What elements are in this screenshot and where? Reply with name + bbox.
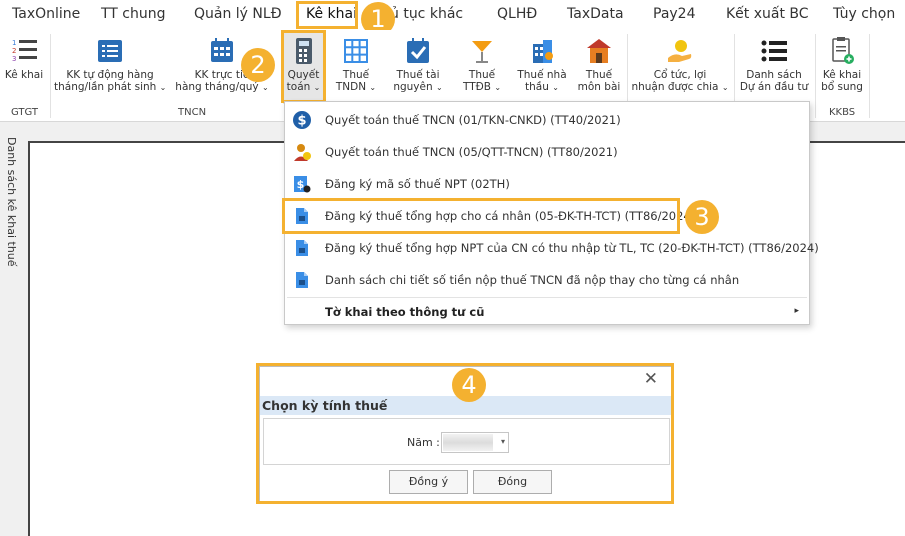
thue-tndn-button[interactable]: Thuế TNDN ⌄ (331, 30, 381, 104)
person-coin-icon (294, 144, 311, 161)
dollar-icon: $ (293, 111, 311, 129)
co-tuc-label-2: nhuận được chia (631, 81, 719, 93)
chevron-down-icon: ⌄ (552, 83, 559, 92)
svg-text:$: $ (297, 114, 306, 129)
bullet-list-icon (761, 40, 787, 62)
svg-text:3: 3 (12, 55, 16, 63)
checkbox-icon (407, 38, 429, 63)
thue-tai-nguyen-label-2: nguyên (393, 81, 433, 93)
document-icon (296, 272, 308, 288)
menu-item-label: Đăng ký mã số thuế NPT (02TH) (325, 177, 510, 191)
danh-sach-du-an-button[interactable]: Danh sách Dự án đầu tư (737, 30, 811, 104)
thue-tndn-label-2: TNDN (335, 81, 367, 93)
tab-taxdata[interactable]: TaxData (567, 6, 624, 22)
building-icon (533, 40, 553, 63)
submenu-arrow-icon: ▸ (794, 306, 799, 316)
step-badge-4: 4 (452, 368, 486, 402)
thue-ttdb-label-2: TTĐB (462, 81, 491, 93)
tab-quan-ly-nld[interactable]: Quản lý NLĐ (194, 6, 282, 22)
calendar-icon (211, 38, 233, 62)
chevron-down-icon: ⌄ (261, 83, 269, 92)
svg-text:$: $ (297, 178, 305, 191)
document-add-icon (832, 37, 854, 64)
thue-nha-thau-label-1: Thuế nhà (517, 69, 567, 81)
highlight-dk-thue-tong-hop (282, 198, 680, 234)
ke-khai-button[interactable]: 1 2 3 Kê khai (2, 30, 46, 104)
group-label-tncn: TNCN (178, 107, 207, 118)
kk-truc-tiep-label-2: hàng tháng/quý (175, 81, 259, 93)
co-tuc-loi-nhuan-button[interactable]: Cổ tức, lợi nhuận được chia ⌄ (630, 30, 730, 104)
chevron-down-icon: ⌄ (435, 83, 443, 92)
kk-tu-dong-label-1: KK tự động hàng (66, 69, 154, 81)
menu-separator (287, 297, 807, 298)
group-label-gtgt: GTGT (11, 107, 39, 118)
menu-item-label: Danh sách chi tiết số tiền nộp thuế TNCN… (325, 273, 740, 287)
chevron-down-icon: ⌄ (721, 83, 729, 92)
svg-text:1: 1 (12, 39, 16, 47)
tab-qlhd[interactable]: QLHĐ (497, 6, 537, 22)
chevron-down-icon: ⌄ (369, 83, 377, 92)
co-tuc-label-1: Cổ tức, lợi (653, 69, 707, 81)
step-badge-3: 3 (685, 200, 719, 234)
thue-mon-bai-label-1: Thuế (585, 69, 613, 81)
form-list-icon (98, 40, 122, 62)
danh-sach-label-2: Dự án đầu tư (739, 81, 809, 93)
danh-sach-label-1: Danh sách (746, 69, 802, 81)
tab-taxonline[interactable]: TaxOnline (12, 6, 80, 22)
ribbon-separator (869, 34, 870, 118)
kk-tu-dong-button[interactable]: KK tự động hàng tháng/lần phát sinh ⌄ (54, 30, 166, 104)
highlight-quyet-toan-button (281, 30, 326, 103)
chevron-down-icon: ⌄ (159, 83, 167, 92)
ke-khai-bo-sung-button[interactable]: Kê khai bổ sung (818, 30, 866, 104)
document-icon (296, 240, 308, 256)
ribbon-separator (815, 34, 816, 118)
menu-item-qt-05-qtt-tncn[interactable]: Quyết toán thuế TNCN (05/QTT-TNCN) (TT80… (285, 136, 809, 168)
thue-nha-thau-label-2: thầu (525, 81, 549, 93)
dollar-doc-icon: $ (294, 176, 311, 193)
step-badge-2: 2 (241, 48, 275, 82)
shop-icon (587, 39, 611, 63)
hand-coin-icon (668, 40, 692, 62)
chevron-down-icon: ⌄ (494, 83, 502, 92)
thue-ttdb-label-1: Thuế (468, 69, 496, 81)
cocktail-icon (472, 41, 492, 63)
menu-item-to-khai-thong-tu-cu[interactable]: Tờ khai theo thông tư cũ (325, 305, 484, 319)
menu-bar: TaxOnline TT chung Quản lý NLĐ Kê khai ủ… (0, 0, 905, 30)
tab-ket-xuat-bc[interactable]: Kết xuất BC (726, 6, 809, 22)
thue-ttdb-button[interactable]: Thuế TTĐB ⌄ (457, 30, 507, 104)
menu-item-label: Quyết toán thuế TNCN (05/QTT-TNCN) (TT80… (325, 145, 618, 159)
tab-thu-tuc-khac[interactable]: ủ tục khác (390, 6, 463, 22)
menu-item-dk-mst-npt[interactable]: $ Đăng ký mã số thuế NPT (02TH) (285, 168, 809, 200)
highlight-ke-khai-tab (296, 1, 358, 29)
ke-khai-bo-sung-label-2: bổ sung (821, 81, 863, 93)
thue-mon-bai-button[interactable]: Thuế môn bài (575, 30, 623, 104)
ribbon-separator (50, 34, 51, 118)
tab-tuy-chon[interactable]: Tùy chọn (833, 6, 895, 22)
menu-item-label: Đăng ký thuế tổng hợp NPT của CN có thu … (325, 241, 819, 255)
grid-icon (344, 39, 368, 63)
thue-tai-nguyen-button[interactable]: Thuế tài nguyên ⌄ (388, 30, 448, 104)
menu-item-qt-01-tkn-cnkd[interactable]: $ Quyết toán thuế TNCN (01/TKN-CNKD) (TT… (285, 104, 809, 136)
list-numbered-icon: 1 2 3 (12, 39, 37, 63)
group-label-kkbs: KKBS (829, 107, 856, 118)
thue-nha-thau-button[interactable]: Thuế nhà thầu ⌄ (514, 30, 570, 104)
tab-pay24[interactable]: Pay24 (653, 6, 696, 22)
thue-mon-bai-label-2: môn bài (577, 81, 621, 93)
tab-tt-chung[interactable]: TT chung (101, 6, 166, 22)
menu-item-ds-chi-tiet-so-tien[interactable]: Danh sách chi tiết số tiền nộp thuế TNCN… (285, 264, 809, 296)
svg-text:2: 2 (12, 47, 16, 55)
ke-khai-label: Kê khai (4, 69, 44, 81)
ke-khai-bo-sung-label-1: Kê khai (822, 69, 862, 81)
side-panel-label[interactable]: Danh sách kê khai thuế (5, 137, 18, 267)
menu-item-dk-thue-tong-hop-npt[interactable]: Đăng ký thuế tổng hợp NPT của CN có thu … (285, 232, 819, 264)
menu-item-label: Quyết toán thuế TNCN (01/TKN-CNKD) (TT40… (325, 113, 621, 127)
thue-tai-nguyen-label-1: Thuế tài (396, 69, 440, 81)
thue-tndn-label-1: Thuế (342, 69, 370, 81)
kk-tu-dong-label-2: tháng/lần phát sinh (54, 81, 157, 93)
